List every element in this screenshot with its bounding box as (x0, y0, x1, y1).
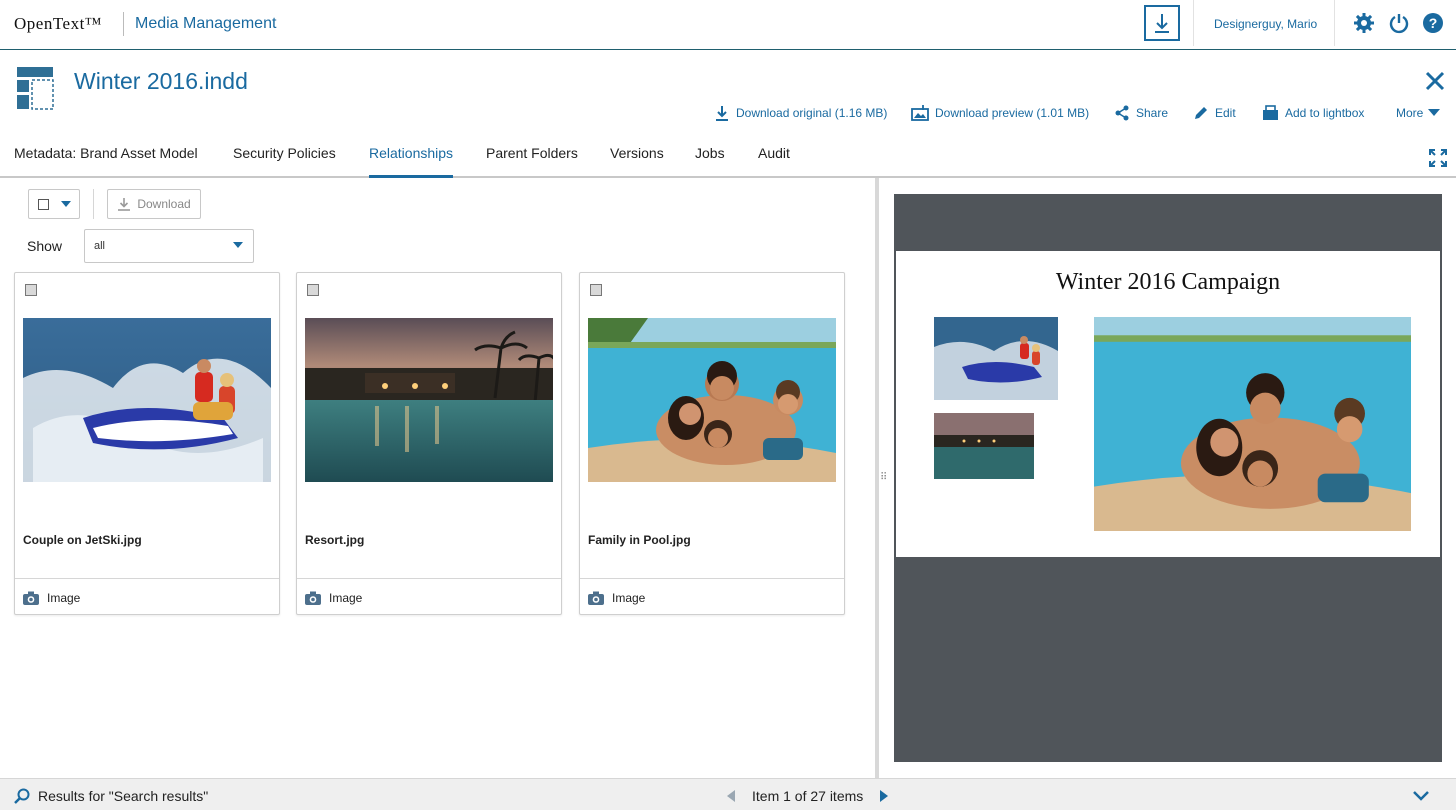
family-pool-photo (588, 318, 836, 482)
layout-document-icon (17, 67, 54, 110)
card-type-label: Image (612, 591, 646, 605)
preview-family-image (1094, 317, 1411, 531)
show-filter-value: all (94, 240, 106, 252)
preview-resort-image (934, 413, 1034, 479)
resort-photo (305, 318, 553, 482)
settings-gear-icon[interactable] (1353, 12, 1375, 34)
show-filter-select[interactable]: all (84, 229, 254, 263)
topbar-separator (1193, 0, 1194, 46)
preview-title: Winter 2016 Campaign (1055, 269, 1281, 295)
tab-audit[interactable]: Audit (758, 145, 790, 178)
card-file-name[interactable]: Family in Pool.jpg (588, 533, 691, 547)
jetski-photo (23, 318, 271, 482)
card-type-label: Image (47, 591, 81, 605)
card-checkbox[interactable] (590, 284, 602, 296)
tab-parent-folders[interactable]: Parent Folders (486, 145, 578, 178)
asset-card[interactable]: Family in Pool.jpg Image (579, 272, 845, 615)
download-button-label: Download (137, 197, 191, 211)
add-to-lightbox-button[interactable]: Add to lightbox (1262, 104, 1364, 122)
caret-down-icon (61, 201, 71, 207)
download-icon (118, 198, 131, 211)
download-button[interactable]: Download (107, 189, 201, 219)
download-icon (1155, 14, 1169, 33)
camera-icon (305, 591, 321, 605)
select-all-checkbox[interactable] (38, 199, 49, 210)
card-divider (15, 578, 279, 579)
card-file-name[interactable]: Couple on JetSki.jpg (23, 533, 142, 547)
next-item-icon[interactable] (880, 790, 888, 802)
caret-down-icon (233, 242, 243, 248)
card-file-name[interactable]: Resort.jpg (305, 533, 364, 547)
card-checkbox[interactable] (25, 284, 37, 296)
tab-security-policies[interactable]: Security Policies (233, 145, 336, 178)
expand-icon[interactable] (1428, 148, 1448, 168)
pane-splitter[interactable] (875, 178, 879, 778)
tab-versions[interactable]: Versions (610, 145, 664, 178)
card-thumbnail[interactable] (588, 318, 836, 482)
preview-page: Winter 2016 Campaign (896, 251, 1440, 557)
tab-metadata[interactable]: Metadata: Brand Asset Model (14, 145, 198, 178)
download-original-label: Download original (1.16 MB) (736, 106, 888, 120)
asset-title: Winter 2016.indd (74, 68, 248, 94)
close-icon[interactable] (1424, 70, 1446, 92)
download-preview-icon (911, 105, 929, 121)
topbar-separator (1334, 0, 1335, 46)
chevron-down-icon[interactable] (1412, 790, 1430, 801)
brand-divider (123, 12, 124, 36)
asset-card[interactable]: Couple on JetSki.jpg Image (14, 272, 280, 615)
app-name[interactable]: Media Management (135, 15, 276, 33)
pencil-icon (1195, 107, 1207, 119)
splitter-grip-icon[interactable]: ⠿ (880, 472, 887, 483)
more-menu-button[interactable]: More (1396, 104, 1446, 122)
share-label: Share (1136, 106, 1169, 120)
card-checkbox[interactable] (307, 284, 319, 296)
download-icon (716, 106, 728, 121)
card-divider (297, 578, 561, 579)
download-original-button[interactable]: Download original (1.16 MB) (714, 104, 887, 122)
brand-logo: OpenText™ (14, 14, 102, 33)
preview-jetski-image (934, 317, 1058, 400)
user-menu[interactable]: Designerguy, Mario (1214, 17, 1317, 31)
card-type-label: Image (329, 591, 363, 605)
card-divider (580, 578, 844, 579)
camera-icon (588, 591, 604, 605)
svg-text:?: ? (1429, 15, 1438, 31)
toolbar-separator (93, 189, 94, 219)
tab-relationships[interactable]: Relationships (369, 145, 454, 178)
status-bar: Results for "Search results" Item 1 of 2… (0, 778, 1456, 810)
download-preview-label: Download preview (1.01 MB) (935, 106, 1090, 120)
card-thumbnail[interactable] (23, 318, 271, 482)
edit-label: Edit (1215, 106, 1236, 120)
search-results-label[interactable]: Results for "Search results" (38, 788, 208, 804)
help-icon[interactable]: ? (1422, 12, 1444, 34)
caret-down-icon (1428, 109, 1441, 116)
downloads-button[interactable] (1144, 5, 1180, 41)
edit-button[interactable]: Edit (1193, 104, 1236, 122)
card-thumbnail[interactable] (305, 318, 553, 482)
download-preview-button[interactable]: Download preview (1.01 MB) (911, 104, 1089, 122)
show-label: Show (27, 238, 63, 254)
tab-bar: Metadata: Brand Asset Model Security Pol… (0, 135, 1456, 178)
select-all-dropdown[interactable] (28, 189, 80, 219)
share-button[interactable]: Share (1114, 104, 1168, 122)
more-label: More (1396, 106, 1424, 120)
power-icon[interactable] (1388, 12, 1410, 34)
previous-item-icon[interactable] (727, 790, 735, 802)
search-icon[interactable] (14, 788, 30, 804)
top-bar: OpenText™ Media Management Designerguy, … (0, 0, 1456, 50)
lightbox-icon (1263, 105, 1278, 120)
share-icon (1115, 105, 1129, 121)
pager-label: Item 1 of 27 items (752, 788, 864, 804)
camera-icon (23, 591, 39, 605)
tab-jobs[interactable]: Jobs (695, 145, 725, 178)
add-to-lightbox-label: Add to lightbox (1285, 106, 1365, 120)
asset-card[interactable]: Resort.jpg Image (296, 272, 562, 615)
